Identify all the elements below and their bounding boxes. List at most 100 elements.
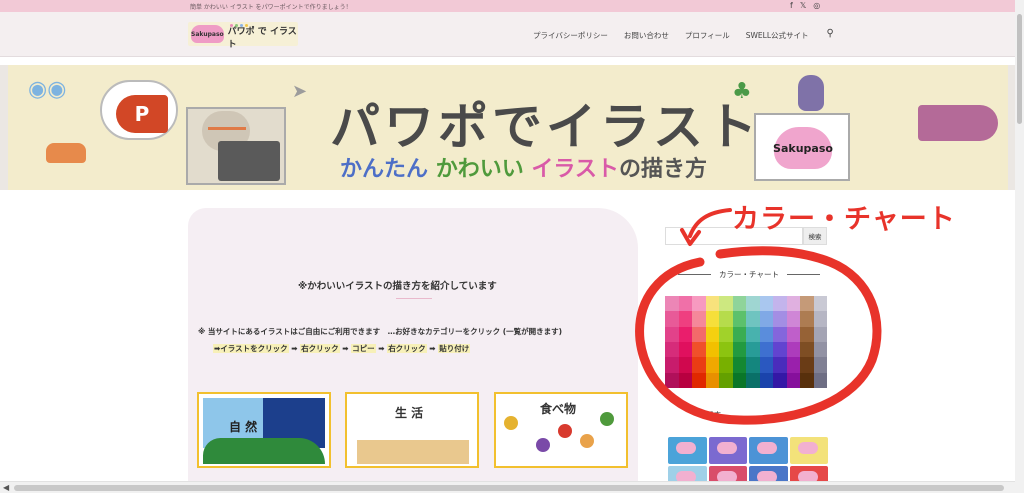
color-swatch[interactable]	[665, 326, 679, 342]
category-life-card[interactable]: 生 活	[345, 392, 479, 468]
color-swatch[interactable]	[800, 296, 814, 312]
color-swatch[interactable]	[692, 326, 706, 342]
color-swatch[interactable]	[665, 311, 679, 327]
color-swatch[interactable]	[665, 341, 679, 358]
color-swatch[interactable]	[786, 341, 800, 358]
color-swatch[interactable]	[759, 311, 773, 327]
category-food-card[interactable]: 食べ物	[494, 392, 628, 468]
color-swatch[interactable]	[665, 372, 679, 388]
color-swatch[interactable]	[732, 372, 746, 388]
color-chart-heading-text: カラー・チャート	[719, 270, 779, 279]
vertical-scrollbar[interactable]	[1015, 0, 1024, 493]
horizontal-scrollbar[interactable]: ◀	[0, 481, 1015, 493]
facebook-icon[interactable]: f	[790, 1, 793, 10]
color-swatch[interactable]	[786, 326, 800, 342]
color-swatch[interactable]	[759, 372, 773, 388]
color-swatch[interactable]	[732, 296, 746, 312]
color-swatch[interactable]	[759, 296, 773, 312]
paper-plane-icon: ➤	[292, 81, 308, 102]
step-right-click: 右クリック	[300, 344, 340, 353]
site-logo[interactable]: Sakupaso パワポ で イラスト	[188, 22, 298, 50]
color-swatch[interactable]	[773, 326, 787, 342]
intro-heading: ※かわいいイラストの描き方を紹介しています	[298, 281, 497, 292]
color-swatch[interactable]	[719, 372, 733, 388]
color-swatch[interactable]	[800, 372, 814, 388]
nav-privacy-policy[interactable]: プライバシーポリシー	[533, 30, 608, 41]
color-swatch[interactable]	[665, 296, 679, 312]
color-swatch[interactable]	[813, 296, 827, 312]
color-swatch[interactable]	[773, 296, 787, 312]
color-swatch[interactable]	[692, 311, 706, 327]
color-swatch[interactable]	[719, 311, 733, 327]
color-swatch[interactable]	[678, 296, 692, 312]
color-sample-thumbnail[interactable]	[789, 437, 828, 464]
color-swatch[interactable]	[732, 357, 746, 373]
color-swatch[interactable]	[705, 357, 719, 373]
color-swatch[interactable]	[800, 357, 814, 373]
category-nature-card[interactable]: 自 然	[197, 392, 331, 468]
color-sample-thumbnail[interactable]	[668, 437, 707, 464]
color-swatch[interactable]	[678, 311, 692, 327]
nav-profile[interactable]: プロフィール	[685, 30, 730, 41]
color-swatch[interactable]	[800, 326, 814, 342]
color-swatch[interactable]	[773, 357, 787, 373]
color-swatch[interactable]	[678, 326, 692, 342]
color-swatch[interactable]	[678, 372, 692, 388]
color-swatch[interactable]	[678, 357, 692, 373]
color-chart-grid[interactable]	[665, 296, 827, 388]
color-swatch[interactable]	[759, 326, 773, 342]
color-swatch[interactable]	[800, 341, 814, 358]
color-swatch[interactable]	[786, 311, 800, 327]
nav-contact[interactable]: お問い合わせ	[624, 30, 669, 41]
color-swatch[interactable]	[705, 296, 719, 312]
color-swatch[interactable]	[759, 357, 773, 373]
color-swatch[interactable]	[705, 326, 719, 342]
horizontal-scroll-thumb[interactable]	[14, 485, 1004, 491]
color-swatch[interactable]	[813, 326, 827, 342]
scroll-left-icon[interactable]: ◀	[3, 483, 9, 492]
color-swatch[interactable]	[746, 296, 760, 312]
color-swatch[interactable]	[786, 296, 800, 312]
color-swatch[interactable]	[786, 372, 800, 388]
color-swatch[interactable]	[813, 357, 827, 373]
color-swatch[interactable]	[746, 326, 760, 342]
color-swatch[interactable]	[692, 296, 706, 312]
color-swatch[interactable]	[665, 357, 679, 373]
color-swatch[interactable]	[746, 341, 760, 358]
color-swatch[interactable]	[732, 311, 746, 327]
color-swatch[interactable]	[692, 372, 706, 388]
color-swatch[interactable]	[746, 311, 760, 327]
x-icon[interactable]: 𝕏	[800, 1, 806, 10]
color-swatch[interactable]	[678, 341, 692, 358]
color-swatch[interactable]	[813, 311, 827, 327]
pineapple-icon	[504, 416, 518, 430]
color-swatch[interactable]	[719, 326, 733, 342]
color-swatch[interactable]	[705, 372, 719, 388]
color-swatch[interactable]	[732, 326, 746, 342]
color-swatch[interactable]	[705, 311, 719, 327]
color-swatch[interactable]	[800, 311, 814, 327]
color-swatch[interactable]	[773, 311, 787, 327]
color-swatch[interactable]	[705, 341, 719, 358]
color-swatch[interactable]	[692, 357, 706, 373]
color-swatch[interactable]	[719, 357, 733, 373]
color-swatch[interactable]	[746, 357, 760, 373]
color-sample-thumbnail[interactable]	[708, 437, 747, 464]
color-sample-thumbnail[interactable]	[749, 437, 788, 464]
color-swatch[interactable]	[746, 372, 760, 388]
color-swatch[interactable]	[786, 357, 800, 373]
color-swatch[interactable]	[813, 341, 827, 358]
color-swatch[interactable]	[719, 296, 733, 312]
color-swatch[interactable]	[773, 372, 787, 388]
color-swatch[interactable]	[719, 341, 733, 358]
color-swatch[interactable]	[759, 341, 773, 358]
nav-swell-official[interactable]: SWELL公式サイト	[746, 30, 809, 41]
vertical-scroll-thumb[interactable]	[1017, 14, 1022, 124]
search-icon[interactable]: ⚲	[827, 28, 834, 41]
color-swatch[interactable]	[773, 341, 787, 358]
color-swatch[interactable]	[732, 341, 746, 358]
color-swatch[interactable]	[813, 372, 827, 388]
teddy-laptop-illustration	[186, 107, 286, 185]
instagram-icon[interactable]: ◎	[813, 1, 820, 10]
color-swatch[interactable]	[692, 341, 706, 358]
